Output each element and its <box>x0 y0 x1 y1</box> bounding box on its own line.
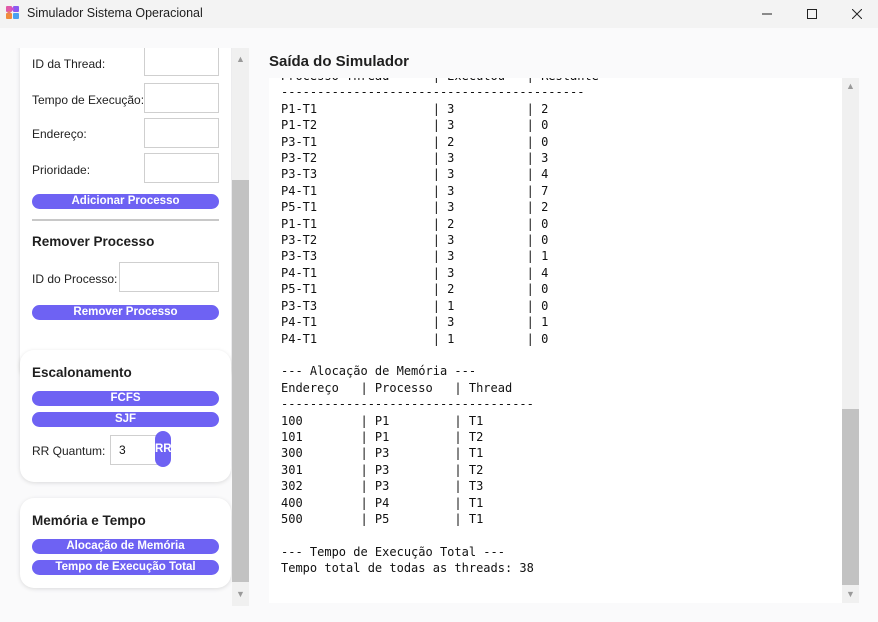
output-line: ----------------------------------------… <box>281 85 585 100</box>
output-line: P3-T3 | 3 | 1 <box>281 249 549 264</box>
output-line: Endereço | Processo | Thread <box>281 380 513 395</box>
output-line: P1-T1 | 3 | 2 <box>281 101 549 116</box>
maximize-icon <box>807 9 817 19</box>
output-line: P3-T3 | 1 | 0 <box>281 298 549 313</box>
sjf-button[interactable]: SJF <box>32 412 219 427</box>
exec-time-input[interactable] <box>144 83 219 113</box>
scrollbar-thumb[interactable] <box>842 409 859 585</box>
close-icon <box>852 9 862 19</box>
process-card: ID da Thread: Tempo de Execução: Endereç… <box>20 48 231 380</box>
title-bar: Simulador Sistema Operacional <box>0 0 878 28</box>
memory-time-card: Memória e Tempo Alocação de Memória Temp… <box>20 498 231 588</box>
memory-allocation-button[interactable]: Alocação de Memória <box>32 539 219 554</box>
rr-button[interactable]: RR <box>155 431 171 467</box>
output-line: 300 | P3 | T1 <box>281 446 484 461</box>
thread-id-label: ID da Thread: <box>32 57 106 71</box>
close-button[interactable] <box>834 0 878 28</box>
add-process-button[interactable]: Adicionar Processo <box>32 194 219 209</box>
output-line: ----------------------------------- <box>281 397 534 412</box>
remove-process-button[interactable]: Remover Processo <box>32 305 219 320</box>
process-id-label: ID do Processo: <box>32 272 118 286</box>
priority-input[interactable] <box>144 153 219 183</box>
scrollbar-thumb[interactable] <box>232 180 249 582</box>
scroll-up-icon[interactable]: ▲ <box>236 55 245 64</box>
output-line: 301 | P3 | T2 <box>281 462 484 477</box>
scheduling-title: Escalonamento <box>32 365 132 380</box>
output-line: P1-T2 | 3 | 0 <box>281 118 549 133</box>
left-scrollbar[interactable]: ▲ ▼ <box>232 48 249 606</box>
rr-quantum-input[interactable] <box>110 435 160 465</box>
output-line: 500 | P5 | T1 <box>281 511 484 526</box>
output-line: P3-T1 | 2 | 0 <box>281 134 549 149</box>
output-line: P3-T2 | 3 | 3 <box>281 151 549 166</box>
output-line: 100 | P1 | T1 <box>281 413 484 428</box>
output-text: Processo-Thread | Executou | Restante --… <box>281 78 599 577</box>
exec-time-label: Tempo de Execução: <box>32 93 145 107</box>
control-panel: ID da Thread: Tempo de Execução: Endereç… <box>9 48 232 606</box>
rr-quantum-label: RR Quantum: <box>32 444 106 458</box>
total-exec-time-button[interactable]: Tempo de Execução Total <box>32 560 219 575</box>
output-line: P4-T1 | 3 | 7 <box>281 183 549 198</box>
output-line: P1-T1 | 2 | 0 <box>281 216 549 231</box>
output-line: P5-T1 | 3 | 2 <box>281 200 549 215</box>
address-input[interactable] <box>144 118 219 148</box>
maximize-button[interactable] <box>789 0 835 28</box>
output-title: Saída do Simulador <box>269 53 410 70</box>
remove-process-title: Remover Processo <box>32 234 155 249</box>
divider <box>32 219 219 221</box>
window-title: Simulador Sistema Operacional <box>27 6 203 20</box>
minimize-icon <box>762 13 772 15</box>
output-line: Tempo total de todas as threads: 38 <box>281 561 534 576</box>
output-scrollbar[interactable]: ▲ ▼ <box>842 78 859 603</box>
scroll-down-icon[interactable]: ▼ <box>236 590 245 599</box>
process-id-input[interactable] <box>119 262 219 292</box>
output-line: P4-T1 | 1 | 0 <box>281 331 549 346</box>
scroll-up-icon[interactable]: ▲ <box>846 82 855 91</box>
scroll-down-icon[interactable]: ▼ <box>846 590 855 599</box>
output-line: 400 | P4 | T1 <box>281 495 484 510</box>
puzzle-icon <box>6 6 19 19</box>
output-line: P4-T1 | 3 | 1 <box>281 315 549 330</box>
output-textarea[interactable]: Processo-Thread | Executou | Restante --… <box>269 78 859 603</box>
output-line: P3-T3 | 3 | 4 <box>281 167 549 182</box>
scheduling-card: Escalonamento FCFS SJF RR Quantum: <box>20 350 231 482</box>
address-label: Endereço: <box>32 127 87 141</box>
output-line: 101 | P1 | T2 <box>281 429 484 444</box>
output-line: P4-T1 | 3 | 4 <box>281 265 549 280</box>
thread-id-input[interactable] <box>144 48 219 76</box>
priority-label: Prioridade: <box>32 163 91 177</box>
output-line: --- Alocação de Memória --- <box>281 364 477 379</box>
fcfs-button[interactable]: FCFS <box>32 391 219 406</box>
output-line: P3-T2 | 3 | 0 <box>281 233 549 248</box>
output-line: 302 | P3 | T3 <box>281 479 484 494</box>
output-line: --- Tempo de Execução Total --- <box>281 544 505 559</box>
output-line: P5-T1 | 2 | 0 <box>281 282 549 297</box>
output-line: Processo-Thread | Executou | Restante <box>281 78 599 83</box>
minimize-button[interactable] <box>744 0 790 28</box>
memory-time-title: Memória e Tempo <box>32 513 146 528</box>
